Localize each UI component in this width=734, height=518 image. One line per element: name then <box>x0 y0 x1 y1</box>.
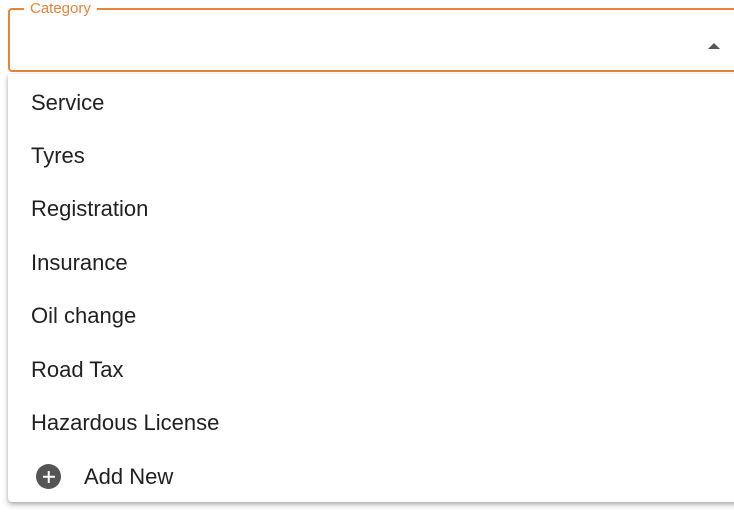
add-new-button[interactable]: Add New <box>8 450 734 503</box>
menu-item-insurance[interactable]: Insurance <box>8 236 734 289</box>
chevron-up-icon[interactable] <box>708 43 720 49</box>
plus-circle-icon <box>36 464 61 489</box>
menu-item-registration[interactable]: Registration <box>8 182 734 235</box>
menu-item-tyres[interactable]: Tyres <box>8 129 734 182</box>
category-select[interactable]: Category <box>8 0 734 72</box>
menu-item-oil-change[interactable]: Oil change <box>8 289 734 342</box>
category-label: Category <box>24 0 97 18</box>
category-dropdown-menu: Service Tyres Registration Insurance Oil… <box>8 74 734 502</box>
menu-item-hazardous-license[interactable]: Hazardous License <box>8 396 734 449</box>
add-new-label: Add New <box>84 464 174 489</box>
menu-item-service[interactable]: Service <box>8 76 734 129</box>
menu-item-road-tax[interactable]: Road Tax <box>8 343 734 396</box>
